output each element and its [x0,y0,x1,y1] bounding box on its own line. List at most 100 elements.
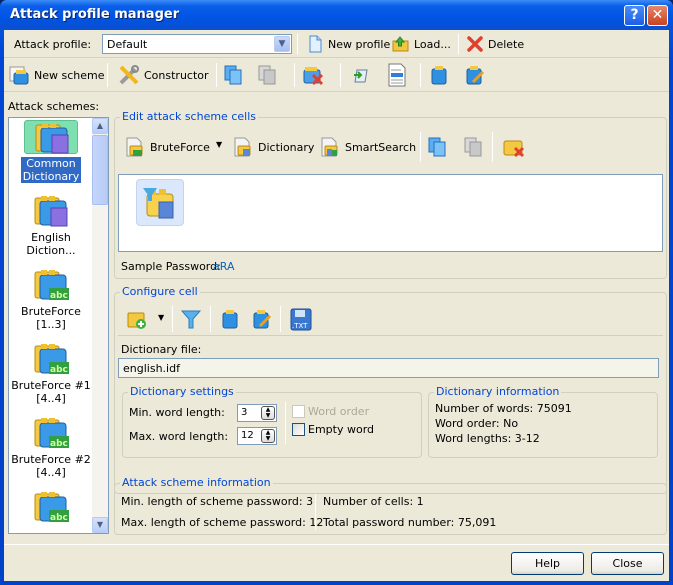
paste-icon[interactable] [256,64,278,86]
separator [340,63,341,87]
sample-password-value: aRA [213,260,235,273]
constructor-button[interactable]: Constructor [118,64,209,86]
dictionary-file-field[interactable]: english.idf [118,358,659,378]
close-button[interactable]: Close [591,552,664,575]
save-txt-icon[interactable]: .TXT [289,308,312,331]
scheme-item[interactable]: abc BruteForce [1..3] [9,268,93,331]
svg-text:abc: abc [50,291,68,301]
svg-text:abc: abc [50,365,68,375]
scheme-item[interactable]: abc BruteForce #1 [4..4] [9,342,93,405]
attack-profile-select[interactable]: Default ▼ [102,34,292,54]
word-order-label: Word order [308,405,370,418]
load-button[interactable]: Load... [392,33,451,55]
separator [297,34,298,54]
empty-word-label: Empty word [308,423,375,436]
dictionary-cell-icon [232,136,254,158]
max-word-length-label: Max. word length: [129,430,229,443]
window-title: Attack profile manager [10,7,180,22]
add-dictionary-icon[interactable] [126,308,148,330]
delete-cell-icon[interactable] [502,136,525,158]
help-title-button[interactable]: ? [624,5,645,26]
bruteforce-scheme-icon: abc [31,342,71,376]
copy-icon[interactable] [222,64,244,86]
scroll-thumb[interactable] [92,135,108,205]
scheme-toolbar: New scheme Constructor [4,58,669,92]
load-folder-icon [392,35,410,53]
edit-cells-title: Edit attack scheme cells [120,110,258,123]
document-icon[interactable] [386,63,408,87]
tools-icon [118,64,140,86]
scheme-cells-area[interactable] [118,174,663,252]
svg-text:abc: abc [50,439,68,449]
separator [216,63,217,87]
separator [294,63,295,87]
scroll-up-button[interactable]: ▲ [92,118,108,134]
max-word-length-spinner[interactable]: 12 ▲ ▼ [237,427,277,445]
new-scheme-button[interactable]: New scheme [8,64,105,86]
add-dictionary-dropdown-arrow[interactable]: ▼ [158,313,164,322]
client-area: Attack profile: Default ▼ New profile Lo… [4,30,669,581]
title-bar[interactable]: Attack profile manager ? ✕ [0,0,673,30]
bruteforce-cell-icon [124,136,146,158]
dictionary-info-title: Dictionary information [434,385,562,398]
paste-cell-icon[interactable] [462,136,484,158]
max-scheme-length: Max. length of scheme password: 12 [121,516,324,529]
scheme-item[interactable]: abc [9,490,93,533]
footer-divider [4,544,669,545]
dictionary-cell[interactable] [136,179,184,226]
word-order-info: Word order: No [435,417,519,430]
empty-word-checkbox[interactable] [292,423,305,436]
scheme-item[interactable]: Common Dictionary [9,120,93,183]
delete-button[interactable]: Delete [466,33,524,55]
delete-x-icon [466,35,484,53]
dictionary-settings-group: Dictionary settings [122,385,422,458]
divider [118,335,663,336]
separator [280,306,281,332]
delete-scheme-icon[interactable] [302,64,324,86]
attack-schemes-list[interactable]: Common Dictionary English Diction... abc Brut… [8,117,109,534]
sample-password-label: Sample Password: [121,260,221,273]
scheme-item-label: BruteForce #2 [4..4] [11,453,91,479]
min-word-length-spinner[interactable]: 3 ▲ ▼ [237,404,277,422]
dictionary-scheme-icon [24,120,78,154]
scheme-item-label: BruteForce [1..3] [21,305,81,331]
scheme-item-label: BruteForce #1 [4..4] [11,379,91,405]
word-order-checkbox[interactable] [292,405,305,418]
separator [107,63,108,87]
bruteforce-dropdown-arrow[interactable]: ▼ [216,140,222,149]
separator [420,132,421,162]
dictionary-cell-button[interactable]: Dictionary [232,136,314,158]
number-of-words: Number of words: 75091 [435,402,572,415]
open-dictionary-icon[interactable] [219,308,241,330]
new-profile-button[interactable]: New profile [306,33,390,55]
bruteforce-cell-button[interactable]: BruteForce [124,136,210,158]
scroll-down-button[interactable]: ▼ [92,517,108,533]
vertical-scrollbar[interactable]: ▲ ▼ [92,118,108,533]
chevron-down-icon[interactable]: ▼ [274,36,290,52]
edit-dictionary-icon[interactable] [251,308,273,330]
dictionary-scheme-icon [31,194,71,228]
scheme-info-title: Attack scheme information [120,476,273,489]
spinner-arrows-icon[interactable]: ▲ ▼ [261,406,275,420]
separator [285,402,286,444]
edit-scheme-icon[interactable] [464,64,486,86]
separator [420,63,421,87]
copy-cell-icon[interactable] [426,136,448,158]
new-document-icon [306,35,324,53]
close-title-button[interactable]: ✕ [647,5,668,26]
scheme-item[interactable]: English Diction... [9,194,93,257]
dictionary-cell-icon [143,188,174,219]
dictionary-file-label: Dictionary file: [121,343,202,356]
profile-bar: Attack profile: Default ▼ New profile Lo… [4,30,669,58]
separator [492,132,493,162]
bruteforce-scheme-icon: abc [31,268,71,302]
help-button[interactable]: Help [511,552,584,575]
import-icon[interactable] [350,64,372,86]
smartsearch-cell-button[interactable]: SmartSearch [319,136,416,158]
scheme-item[interactable]: abc BruteForce #2 [4..4] [9,416,93,479]
open-scheme-icon[interactable] [428,64,450,86]
filter-icon[interactable] [180,308,202,330]
separator [315,494,316,530]
spinner-arrows-icon[interactable]: ▲ ▼ [261,429,275,443]
bruteforce-scheme-icon: abc [31,416,71,450]
